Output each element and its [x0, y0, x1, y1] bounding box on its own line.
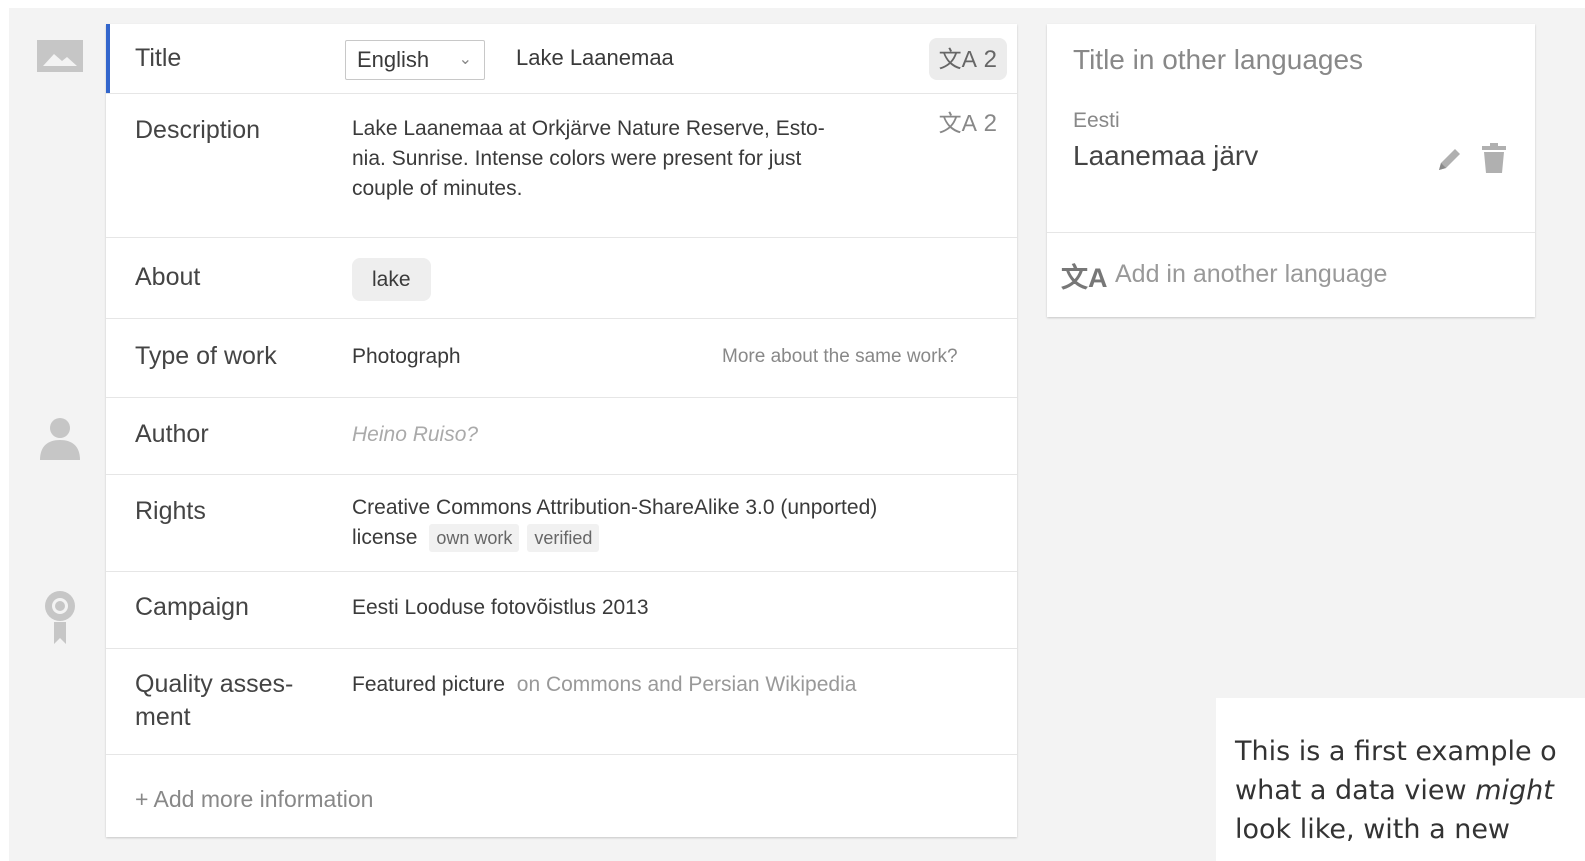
- translation-language: Eesti: [1073, 109, 1120, 132]
- translate-icon: 文A: [938, 46, 977, 72]
- rights-license-line: Creative Commons Attribution-ShareAlike …: [352, 496, 878, 519]
- title-translation-count: 2: [983, 46, 997, 73]
- note-line-text: what a data view: [1235, 775, 1476, 806]
- rights-license-word: license: [352, 526, 418, 549]
- trash-icon[interactable]: [1481, 142, 1507, 179]
- quality-label-line: ment: [135, 703, 191, 731]
- title-translations-badge[interactable]: 文A 2: [928, 38, 1007, 80]
- description-line: couple of minutes.: [352, 177, 523, 200]
- quality-assessment-row[interactable]: Quality asses- ment Featured picture on …: [106, 649, 1017, 755]
- about-row[interactable]: About lake: [106, 238, 1017, 319]
- title-row[interactable]: Title English ⌄ Lake Laanemaa 文A 2: [106, 24, 1017, 94]
- note-emphasis: might: [1475, 775, 1554, 806]
- explanatory-note: This is a first example o what a data vi…: [1216, 706, 1585, 861]
- description-translations-badge[interactable]: 文A 2: [929, 102, 1007, 144]
- about-tag-chip[interactable]: lake: [352, 258, 431, 301]
- row-label-rights: Rights: [135, 497, 206, 525]
- note-line: what a data view might: [1235, 771, 1585, 810]
- side-panel-divider: [1047, 232, 1535, 233]
- row-label-author: Author: [135, 420, 209, 448]
- description-line: Lake Laanemaa at Orkjärve Nature Reserve…: [352, 117, 825, 140]
- award-icon: [40, 586, 80, 653]
- side-panel-title: Title in other languages: [1073, 44, 1364, 75]
- more-about-same-work-link[interactable]: More about the same work?: [722, 346, 958, 368]
- rights-license-line-2: license own work verified: [352, 523, 992, 553]
- quality-context: on Commons and Persian Wikipedia: [516, 673, 857, 696]
- row-label-campaign: Campaign: [135, 593, 249, 621]
- translate-icon: 文A: [1061, 263, 1108, 293]
- add-more-information-link[interactable]: + Add more information: [135, 786, 373, 813]
- type-of-work-row[interactable]: Type of work Photograph More about the s…: [106, 319, 1017, 398]
- note-line: look like, with a new: [1235, 814, 1511, 845]
- quality-featured-picture: Featured picture: [352, 673, 505, 696]
- chevron-down-icon: ⌄: [458, 51, 472, 68]
- description-row[interactable]: Description Lake Laanemaa at Orkjärve Na…: [106, 94, 1017, 238]
- row-label-title: Title: [135, 44, 182, 72]
- note-line: This is a first example o: [1235, 736, 1557, 767]
- verified-tag: verified: [527, 524, 600, 552]
- row-label-about: About: [135, 263, 201, 291]
- pencil-icon[interactable]: [1435, 146, 1463, 179]
- translation-value[interactable]: Laanemaa järv: [1073, 140, 1258, 172]
- description-translation-count: 2: [983, 110, 997, 137]
- description-line: nia. Sunrise. Intense colors were presen…: [352, 147, 802, 170]
- campaign-row[interactable]: Campaign Eesti Looduse fotovõistlus 2013: [106, 572, 1017, 649]
- rights-value[interactable]: Creative Commons Attribution-ShareAlike …: [352, 493, 992, 553]
- author-value[interactable]: Heino Ruiso?: [352, 420, 478, 450]
- type-of-work-value[interactable]: Photograph: [352, 342, 461, 372]
- language-select-value: English: [357, 47, 430, 72]
- translate-icon: 文A: [938, 110, 977, 136]
- language-select[interactable]: English ⌄: [345, 40, 485, 80]
- title-value[interactable]: Lake Laanemaa: [516, 43, 674, 73]
- campaign-value[interactable]: Eesti Looduse fotovõistlus 2013: [352, 593, 649, 623]
- image-icon: [37, 40, 83, 77]
- person-icon: [38, 416, 82, 465]
- add-in-another-language-link[interactable]: Add in another language: [1115, 260, 1387, 289]
- author-row[interactable]: Author Heino Ruiso?: [106, 398, 1017, 475]
- description-value[interactable]: Lake Laanemaa at Orkjärve Nature Reserve…: [352, 114, 922, 204]
- row-label-type-of-work: Type of work: [135, 342, 277, 370]
- rights-row[interactable]: Rights Creative Commons Attribution-Shar…: [106, 475, 1017, 572]
- own-work-tag: own work: [429, 524, 520, 552]
- data-card: Title English ⌄ Lake Laanemaa 文A 2 Descr…: [106, 24, 1017, 837]
- row-label-quality-assessment: Quality asses- ment: [135, 668, 293, 734]
- title-translations-panel: Title in other languages Eesti Laanemaa …: [1047, 24, 1535, 317]
- row-label-description: Description: [135, 116, 261, 144]
- quality-label-line: Quality asses-: [135, 670, 294, 698]
- quality-value[interactable]: Featured picture on Commons and Persian …: [352, 670, 856, 700]
